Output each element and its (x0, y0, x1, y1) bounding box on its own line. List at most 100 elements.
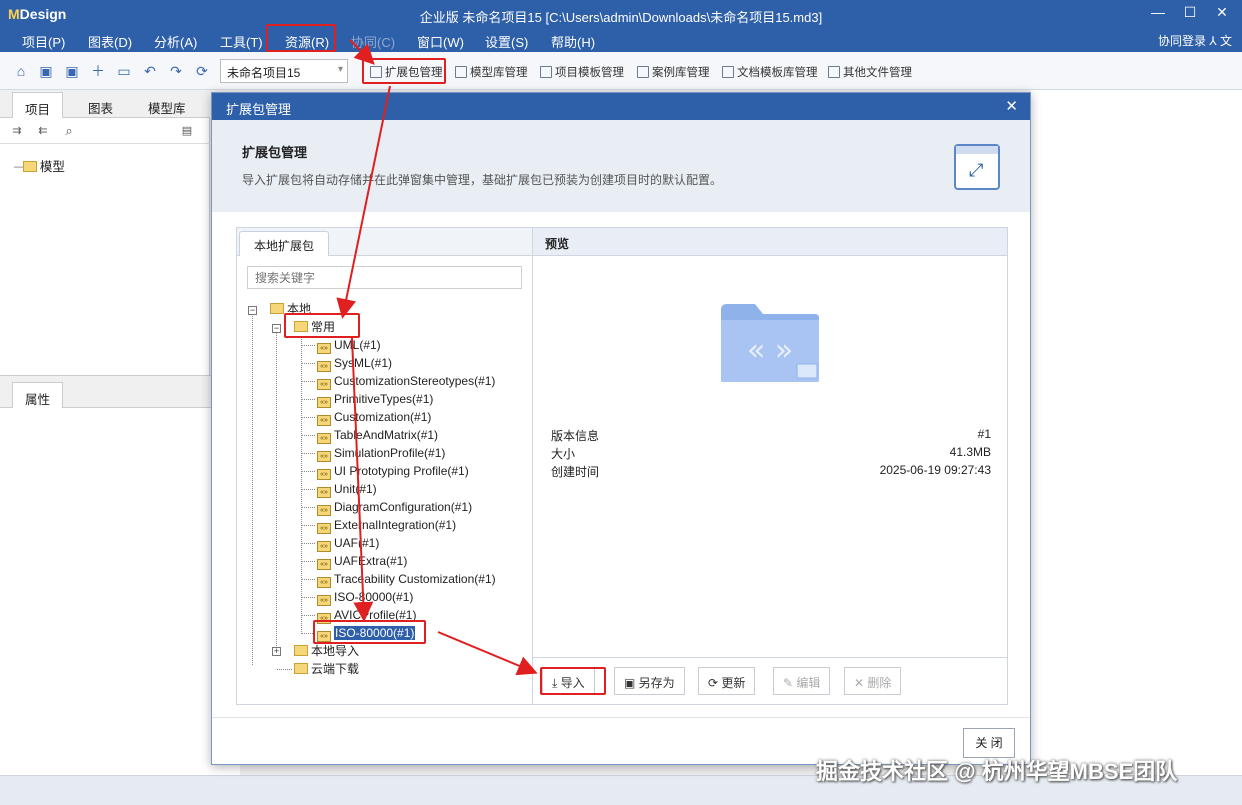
tree-node-package[interactable]: «» Traceability Customization(#1) (317, 571, 496, 588)
tree-line (301, 543, 315, 544)
action-bar: ⤓ 导入 ▣ 另存为 ⟳ 更新 ✎ 编辑 ✕ 删除 (533, 657, 1007, 704)
tree-line (301, 507, 315, 508)
preview-header: 预览 (533, 228, 1007, 256)
collab-login[interactable]: 协同登录 ⅄ 文 (1158, 32, 1232, 49)
update-button[interactable]: ⟳ 更新 (698, 667, 756, 695)
tree-line (301, 489, 315, 490)
collapse-icon[interactable]: − (272, 324, 281, 333)
refresh-icon[interactable]: ⟳ (193, 62, 211, 80)
menu-tools[interactable]: 工具(T) (220, 32, 263, 51)
tree-node-package[interactable]: «» TableAndMatrix(#1) (317, 427, 439, 444)
tree-node-package[interactable]: «» PrimitiveTypes(#1) (317, 391, 434, 408)
project-template-button[interactable]: 项目模板管理 (540, 64, 624, 80)
delete-button[interactable]: ✕ 删除 (844, 667, 902, 695)
created-row: 创建时间 2025-06-19 09:27:43 (551, 463, 991, 479)
expand-icon[interactable]: + (272, 647, 281, 656)
version-row: 版本信息 #1 (551, 427, 991, 443)
tree-node-package[interactable]: «» SysML(#1) (317, 355, 392, 372)
tree-line (276, 328, 277, 650)
menu-diagram[interactable]: 图表(D) (88, 32, 132, 51)
package-icon: «» (317, 559, 331, 570)
highlight-box (362, 58, 446, 84)
tree-line (301, 417, 315, 418)
package-label: UML(#1) (334, 338, 381, 352)
watermark: 掘金技术社区 @ 杭州华望MBSE团队 (816, 759, 1178, 784)
properties-panel: 属性 (0, 375, 240, 775)
close-icon[interactable]: ✕ (1005, 97, 1018, 115)
search-icon[interactable]: ⌕ (60, 122, 78, 140)
package-label: ISO-80000(#1) (334, 590, 414, 604)
edit-button[interactable]: ✎ 编辑 (773, 667, 831, 695)
tree-node-cloud-download[interactable]: 云端下载 (294, 661, 359, 677)
menu-window[interactable]: 窗口(W) (417, 32, 464, 51)
other-files-button[interactable]: 其他文件管理 (828, 64, 912, 80)
save-as-button[interactable]: ▣ 另存为 (614, 667, 685, 695)
collapse-icon[interactable]: − (248, 306, 257, 315)
tree-line (277, 669, 292, 670)
package-folder-icon: « » (721, 304, 819, 382)
close-window-icon[interactable]: ✕ (1212, 4, 1232, 24)
tree-node-package[interactable]: «» UML(#1) (317, 337, 381, 354)
maximize-icon[interactable]: ☐ (1180, 4, 1200, 24)
menu-settings[interactable]: 设置(S) (485, 32, 528, 51)
tree-node-package[interactable]: «» UAF(#1) (317, 535, 380, 552)
project-select[interactable]: 未命名项目15 ▾ (220, 59, 348, 83)
tree-node-package[interactable]: «» Unit(#1) (317, 481, 377, 498)
dialog-titlebar: 扩展包管理 (212, 93, 1030, 120)
doc-template-library-button[interactable]: 文档模板库管理 (722, 64, 818, 80)
tree-node-package[interactable]: «» CustomizationStereotypes(#1) (317, 373, 495, 390)
menu-help[interactable]: 帮助(H) (551, 32, 595, 51)
package-icon[interactable]: ▤ (178, 122, 196, 140)
case-library-button[interactable]: 案例库管理 (637, 64, 710, 80)
package-icon: «» (317, 361, 331, 372)
package-icon: «» (317, 595, 331, 606)
workspace-area (1031, 90, 1242, 775)
menu-project[interactable]: 项目(P) (22, 32, 65, 51)
tree-node-package[interactable]: «» ISO-80000(#1) (317, 589, 414, 606)
package-label: TableAndMatrix(#1) (334, 428, 439, 442)
tab-model-library[interactable]: 模型库 (136, 92, 198, 118)
model-library-button[interactable]: 模型库管理 (455, 64, 528, 80)
home-icon[interactable]: ⌂ (12, 62, 30, 80)
dialog-heading: 扩展包管理 (242, 145, 308, 160)
package-icon: «» (317, 433, 331, 444)
new-icon[interactable]: ＋ (89, 62, 107, 80)
minimize-icon[interactable]: — (1148, 4, 1168, 24)
tree-node-package[interactable]: «» Customization(#1) (317, 409, 431, 426)
tree-line (301, 471, 315, 472)
tab-project[interactable]: 项目 (12, 92, 64, 118)
package-label: Traceability Customization(#1) (334, 572, 496, 586)
tree-node-package[interactable]: «» UI Prototyping Profile(#1) (317, 463, 469, 480)
expand-all-icon[interactable]: ⇉ (8, 122, 26, 140)
menu-analysis[interactable]: 分析(A) (154, 32, 197, 51)
menu-collaboration[interactable]: 协同(C) (351, 32, 395, 51)
package-label: UAF(#1) (334, 536, 380, 550)
tree-node-model[interactable]: ─ 模型 (14, 156, 65, 175)
folder-icon (270, 303, 284, 314)
search-input[interactable] (247, 266, 522, 289)
project-panel: 项目 图表 模型库 ⇉ ⇇ ⌕ ▤ ─ 模型 (0, 90, 210, 375)
refresh-icon: ⟳ (708, 676, 722, 690)
tree-node-package[interactable]: «» SimulationProfile(#1) (317, 445, 445, 462)
save-all-icon[interactable]: ▣ (63, 62, 81, 80)
tree-node-local-import[interactable]: 本地导入 (294, 643, 359, 659)
tab-local-packages[interactable]: 本地扩展包 (239, 231, 330, 256)
package-icon: «» (317, 451, 331, 462)
tree-node-package[interactable]: «» UAFExtra(#1) (317, 553, 407, 570)
package-label: PrimitiveTypes(#1) (334, 392, 434, 406)
undo-icon[interactable]: ↶ (141, 62, 159, 80)
tree-node-package[interactable]: «» DiagramConfiguration(#1) (317, 499, 472, 516)
properties-tabs: 属性 (0, 376, 240, 408)
edit-icon: ✎ (783, 676, 797, 690)
tree-node-package[interactable]: «» ExternalIntegration(#1) (317, 517, 456, 534)
library-icon (455, 66, 467, 78)
tab-properties[interactable]: 属性 (12, 382, 64, 408)
package-icon: «» (317, 577, 331, 588)
open-folder-icon[interactable]: ▭ (115, 62, 133, 80)
tree-line (301, 435, 315, 436)
save-icon[interactable]: ▣ (37, 62, 55, 80)
collapse-all-icon[interactable]: ⇇ (34, 122, 52, 140)
tree-tools: ⇉ ⇇ ⌕ ▤ (0, 118, 210, 144)
redo-icon[interactable]: ↷ (167, 62, 185, 80)
tab-diagrams[interactable]: 图表 (76, 92, 125, 118)
